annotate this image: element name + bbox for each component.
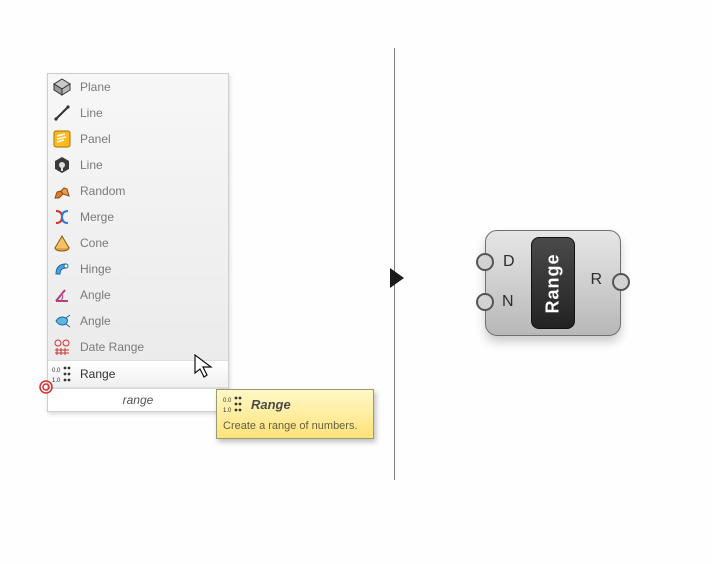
expand-arrow-icon — [388, 266, 408, 290]
menu-item-label: Panel — [80, 132, 111, 146]
menu-item-label: Date Range — [80, 340, 144, 354]
component-tooltip: 0.0 1.0 Range Create a range of numbers. — [216, 389, 374, 439]
component-name-strip: Range — [531, 237, 575, 329]
menu-item-daterange[interactable]: Date Range — [48, 334, 228, 360]
menu-item-range[interactable]: 0.01.0 Range — [48, 360, 228, 388]
menu-item-label: Plane — [80, 80, 111, 94]
menu-item-label: Angle — [80, 314, 111, 328]
input-grip-d[interactable] — [476, 253, 494, 271]
input-label-n: N — [502, 293, 514, 311]
daterange-icon — [52, 337, 72, 357]
menu-item-panel[interactable]: Panel — [48, 126, 228, 152]
menu-item-label: Cone — [80, 236, 109, 250]
menu-item-label: Angle — [80, 288, 111, 302]
wrench-hex-icon — [52, 155, 72, 175]
output-grip-r[interactable] — [612, 273, 630, 291]
range-icon: 0.01.0 — [52, 364, 72, 384]
menu-item-hinge[interactable]: Hinge — [48, 256, 228, 282]
component-label: Range — [543, 253, 564, 313]
svg-text:1.0: 1.0 — [223, 408, 232, 413]
panel-icon — [52, 129, 72, 149]
menu-item-merge[interactable]: Merge — [48, 204, 228, 230]
menu-item-random[interactable]: Random — [48, 178, 228, 204]
tooltip-body: Create a range of numbers. — [217, 418, 373, 438]
menu-item-label: Random — [80, 184, 125, 198]
line-icon — [52, 103, 72, 123]
input-grip-n[interactable] — [476, 293, 494, 311]
menu-item-label: Line — [80, 158, 103, 172]
svg-text:0.0: 0.0 — [52, 368, 61, 374]
angle-icon — [52, 285, 72, 305]
search-row — [48, 388, 228, 411]
output-label-r: R — [590, 271, 602, 289]
svg-text:0.0: 0.0 — [223, 398, 232, 404]
random-icon — [52, 181, 72, 201]
insert-point-mark-icon — [38, 379, 54, 395]
menu-item-cone[interactable]: Cone — [48, 230, 228, 256]
range-component[interactable]: D N R Range — [485, 230, 621, 336]
menu-item-label: Hinge — [80, 262, 111, 276]
component-search-menu: Plane Line Panel Line Random Merge Cone … — [47, 73, 229, 412]
cone-icon — [52, 233, 72, 253]
menu-item-angle[interactable]: Angle — [48, 282, 228, 308]
tooltip-title: Range — [251, 397, 291, 412]
range-icon: 0.0 1.0 — [223, 394, 243, 414]
menu-item-label: Merge — [80, 210, 114, 224]
component-search-input[interactable] — [48, 392, 228, 408]
menu-item-line-2[interactable]: Line — [48, 152, 228, 178]
menu-item-plane[interactable]: Plane — [48, 74, 228, 100]
menu-item-angle-2[interactable]: Angle — [48, 308, 228, 334]
menu-item-label: Line — [80, 106, 103, 120]
menu-item-label: Range — [80, 367, 115, 381]
plane-icon — [52, 77, 72, 97]
hinge-icon — [52, 259, 72, 279]
angle-fish-icon — [52, 311, 72, 331]
input-label-d: D — [503, 253, 515, 271]
menu-item-line[interactable]: Line — [48, 100, 228, 126]
divider-line — [394, 48, 395, 480]
merge-icon — [52, 207, 72, 227]
